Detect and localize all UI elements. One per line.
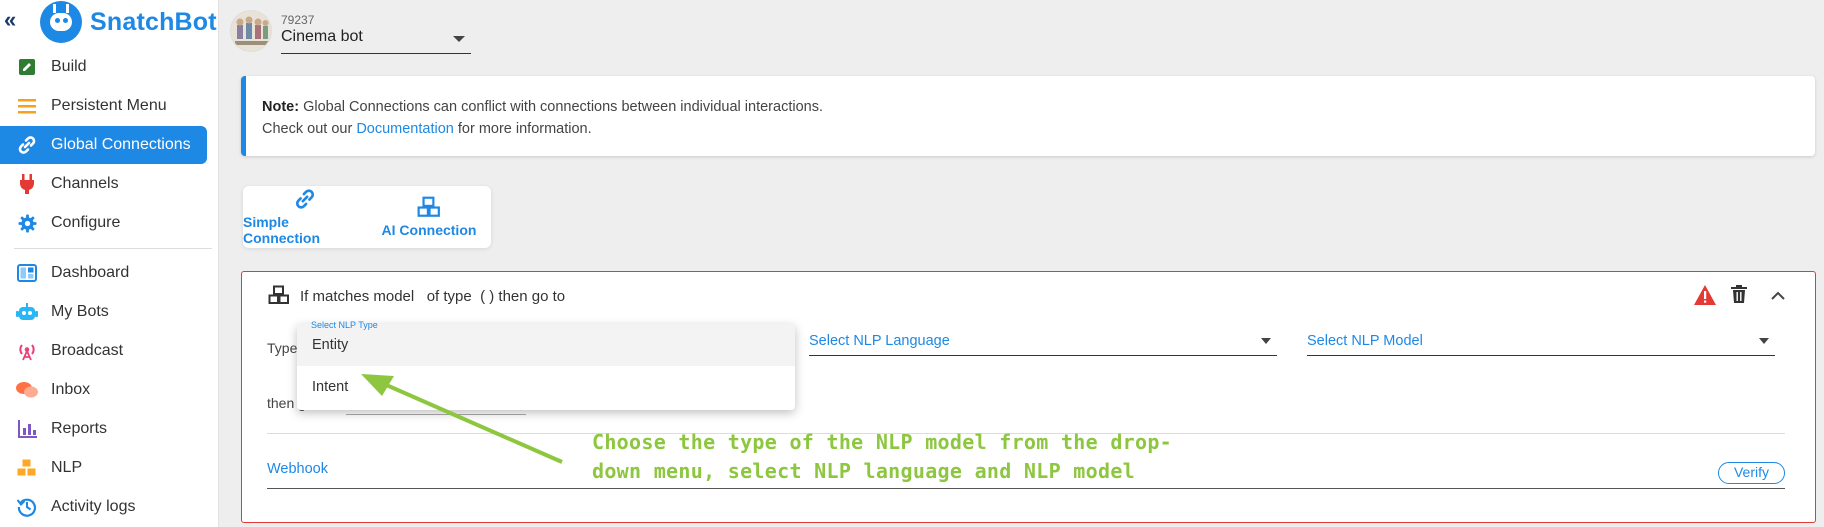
nlp-model-select[interactable]: Select NLP Model xyxy=(1307,328,1775,356)
simple-connection-button[interactable]: Simple Connection xyxy=(243,186,367,248)
edit-icon xyxy=(16,56,38,78)
robot-logo-icon xyxy=(40,1,82,43)
note-text-3: for more information. xyxy=(453,121,592,137)
sidebar-item-broadcast[interactable]: Broadcast xyxy=(0,332,207,370)
sidebar-item-label: Dashboard xyxy=(51,264,130,281)
sidebar-item-activity-logs[interactable]: Activity logs xyxy=(0,488,207,526)
caret-down-icon xyxy=(1759,338,1769,344)
sidebar-item-label: Broadcast xyxy=(51,342,124,359)
caret-down-icon xyxy=(453,36,465,42)
dropdown-option-entity[interactable]: Entity xyxy=(297,324,795,366)
then-go-to-field[interactable] xyxy=(346,414,526,415)
link-icon xyxy=(16,134,38,156)
cubes-icon xyxy=(16,457,38,479)
broadcast-icon xyxy=(16,340,38,362)
sidebar-item-label: Inbox xyxy=(51,381,91,398)
sidebar-item-global-connections[interactable]: Global Connections xyxy=(0,126,207,164)
note-text: Global Connections can conflict with con… xyxy=(299,99,823,115)
sidebar: « SnatchBot Build Persistent Menu Global… xyxy=(0,0,219,527)
bot-select[interactable]: Cinema bot xyxy=(281,28,471,54)
menu-icon xyxy=(16,95,38,117)
simple-connection-label: Simple Connection xyxy=(243,214,320,246)
bot-id: 79237 xyxy=(281,13,315,27)
bot-avatar[interactable] xyxy=(230,10,272,52)
type-label: Type xyxy=(267,340,298,356)
documentation-link[interactable]: Documentation xyxy=(356,121,454,137)
link-icon xyxy=(295,189,315,209)
trash-icon[interactable] xyxy=(1731,285,1747,308)
sidebar-item-reports[interactable]: Reports xyxy=(0,410,207,448)
logo[interactable]: SnatchBot xyxy=(40,1,217,43)
annotation-line-1: Choose the type of the NLP model from th… xyxy=(592,430,1173,454)
nlp-model-placeholder: Select NLP Model xyxy=(1307,333,1423,349)
sidebar-item-label: Build xyxy=(51,58,87,75)
webhook-link[interactable]: Webhook xyxy=(267,461,328,477)
ai-connection-button[interactable]: AI Connection xyxy=(367,186,491,248)
sidebar-item-persistent-menu[interactable]: Persistent Menu xyxy=(0,87,207,125)
cubes-icon xyxy=(417,196,440,217)
plug-icon xyxy=(16,173,38,195)
sidebar-item-label: NLP xyxy=(51,459,83,476)
double-chevron-left-icon[interactable]: « xyxy=(4,9,26,32)
sidebar-item-label: Reports xyxy=(51,420,108,437)
sidebar-item-label: Configure xyxy=(51,214,121,231)
sidebar-item-my-bots[interactable]: My Bots xyxy=(0,293,207,331)
nlp-type-dropdown: Entity Intent xyxy=(297,324,795,410)
bar-chart-icon xyxy=(16,418,38,440)
sidebar-item-nlp[interactable]: NLP xyxy=(0,449,207,487)
verify-button[interactable]: Verify xyxy=(1718,462,1785,484)
robot-icon xyxy=(16,301,38,323)
sidebar-item-label: Activity logs xyxy=(51,498,136,515)
sidebar-item-build[interactable]: Build xyxy=(0,48,207,86)
brand-name: SnatchBot xyxy=(90,7,217,36)
sidebar-item-label: Persistent Menu xyxy=(51,97,167,114)
sidebar-item-label: Global Connections xyxy=(51,136,191,153)
sidebar-item-label: My Bots xyxy=(51,303,109,320)
history-icon xyxy=(16,496,38,518)
nlp-language-select[interactable]: Select NLP Language xyxy=(809,328,1277,356)
sidebar-item-dashboard[interactable]: Dashboard xyxy=(0,254,207,292)
dashboard-icon xyxy=(16,262,38,284)
webhook-field[interactable] xyxy=(267,488,1785,489)
nlp-language-placeholder: Select NLP Language xyxy=(809,333,950,349)
note-card: Note: Global Connections can conflict wi… xyxy=(241,76,1815,156)
gear-icon xyxy=(16,212,38,234)
sidebar-divider xyxy=(14,248,212,249)
rule-title: If matches model of type ( ) then go to xyxy=(300,288,566,305)
chevron-up-icon[interactable] xyxy=(1771,288,1785,306)
warning-icon xyxy=(1693,284,1717,311)
annotation-text: Choose the type of the NLP model from th… xyxy=(592,428,1242,486)
sidebar-item-channels[interactable]: Channels xyxy=(0,165,207,203)
sidebar-item-configure[interactable]: Configure xyxy=(0,204,207,242)
sidebar-item-inbox[interactable]: Inbox xyxy=(0,371,207,409)
note-label: Note: xyxy=(262,99,300,115)
sidebar-item-label: Channels xyxy=(51,175,119,192)
cubes-icon xyxy=(268,285,290,310)
connection-type-tabs: Simple Connection AI Connection xyxy=(243,186,491,248)
note-text-2: Check out our xyxy=(262,121,357,137)
bot-name: Cinema bot xyxy=(281,28,363,45)
chat-icon xyxy=(16,379,38,401)
nlp-type-hint: Select NLP Type xyxy=(311,320,378,330)
dropdown-option-intent[interactable]: Intent xyxy=(297,366,795,408)
annotation-line-2: down menu, select NLP language and NLP m… xyxy=(592,459,1136,483)
caret-down-icon xyxy=(1261,338,1271,344)
ai-connection-label: AI Connection xyxy=(381,222,477,238)
